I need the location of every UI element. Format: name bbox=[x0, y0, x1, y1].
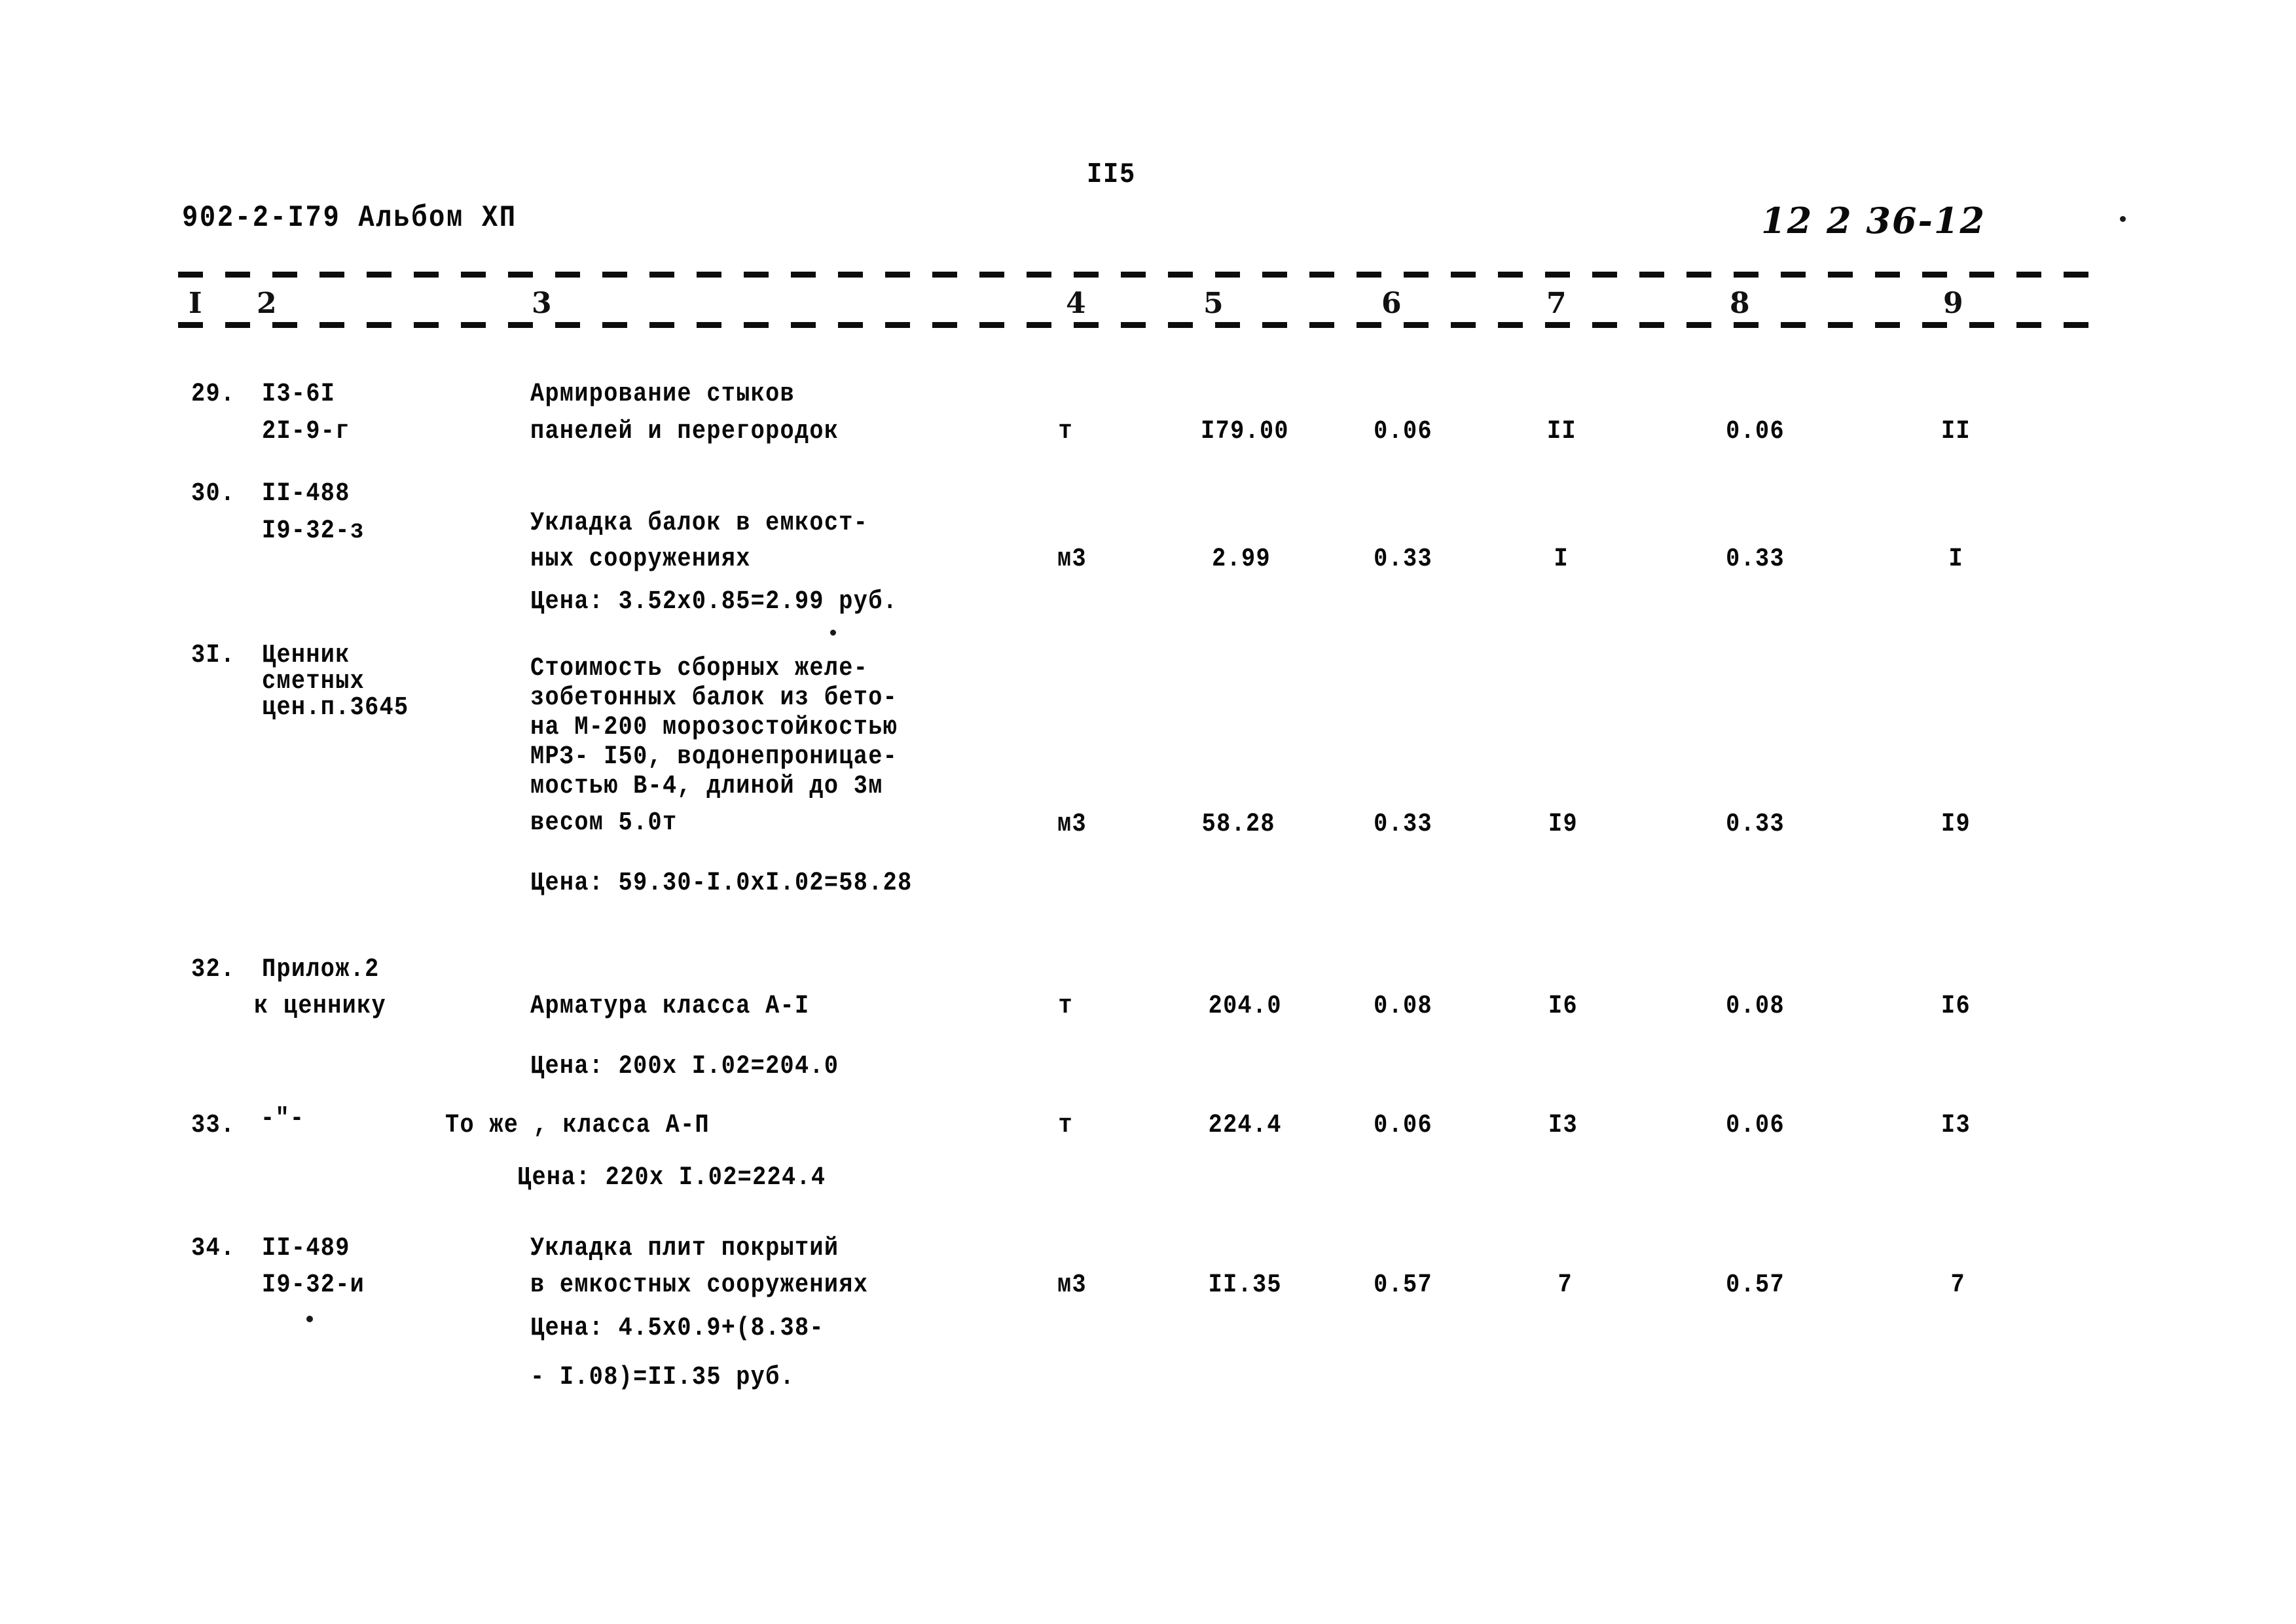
row-code-line: II-488 bbox=[262, 479, 350, 509]
row-value-col7: I bbox=[1554, 545, 1569, 574]
row-code-line: I3-6I bbox=[262, 380, 336, 409]
column-number-3: 3 bbox=[532, 287, 552, 320]
table-top-rule bbox=[178, 272, 2103, 278]
row-unit: м3 bbox=[1057, 1271, 1087, 1300]
row-value-col7: 7 bbox=[1558, 1271, 1573, 1300]
row-description-line: То же , класса А-П bbox=[445, 1111, 710, 1140]
row-value-col8: 0.57 bbox=[1726, 1271, 1785, 1300]
row-description-line: панелей и перегородок bbox=[530, 417, 839, 446]
row-code-line: к ценнику bbox=[254, 992, 387, 1021]
row-value-col8: 0.08 bbox=[1726, 992, 1785, 1021]
row-price-note-continued: - I.08)=II.35 руб. bbox=[530, 1363, 795, 1392]
row-value-col5: 58.28 bbox=[1201, 810, 1275, 839]
column-number-1: I bbox=[189, 287, 202, 320]
row-description-line: на М-200 морозостойкостью bbox=[530, 713, 898, 742]
row-description-line: Армирование стыков bbox=[530, 380, 795, 409]
row-value-col6: 0.33 bbox=[1374, 545, 1432, 574]
row-number: 29. bbox=[191, 380, 236, 409]
row-code-line: сметных bbox=[262, 667, 365, 696]
row-description-line: в емкостных сооружениях bbox=[530, 1271, 869, 1300]
row-description-line: весом 5.0т bbox=[530, 808, 678, 838]
page-number: II5 bbox=[1087, 158, 1136, 191]
row-description-line: Укладка плит покрытий bbox=[530, 1234, 839, 1263]
column-number-4: 4 bbox=[1066, 287, 1086, 320]
row-value-col8: 0.06 bbox=[1726, 1111, 1785, 1140]
row-value-col7: I6 bbox=[1548, 992, 1578, 1021]
row-value-col9: II bbox=[1941, 417, 1971, 446]
row-value-col9: I3 bbox=[1941, 1111, 1971, 1140]
row-price-note: Цена: 200х I.02=204.0 bbox=[530, 1052, 839, 1081]
column-number-6: 6 bbox=[1381, 287, 1402, 320]
row-value-col6: 0.08 bbox=[1374, 992, 1432, 1021]
row-value-col5: 204.0 bbox=[1208, 992, 1282, 1021]
column-number-7: 7 bbox=[1546, 287, 1567, 320]
column-number-9: 9 bbox=[1943, 287, 1963, 320]
column-number-2: 2 bbox=[257, 287, 277, 320]
column-number-5: 5 bbox=[1203, 287, 1224, 320]
row-value-col6: 0.33 bbox=[1374, 810, 1432, 839]
row-value-col7: II bbox=[1547, 417, 1576, 446]
row-value-col9: I bbox=[1948, 545, 1963, 574]
row-value-col6: 0.57 bbox=[1374, 1271, 1432, 1300]
row-value-col6: 0.06 bbox=[1374, 1111, 1432, 1140]
row-number: 30. bbox=[191, 479, 236, 509]
row-code-line: 2I-9-г bbox=[262, 417, 350, 446]
scan-artifact bbox=[2120, 216, 2126, 222]
row-description-line: Арматура класса А-I bbox=[530, 992, 810, 1021]
document-code-header: 902-2-I79 Альбом ХП bbox=[182, 201, 517, 235]
row-value-col8: 0.33 bbox=[1726, 545, 1785, 574]
row-description-line: Укладка балок в емкост- bbox=[530, 509, 869, 538]
row-value-col7: I9 bbox=[1548, 810, 1578, 839]
row-value-col8: 0.06 bbox=[1726, 417, 1785, 446]
row-unit: т bbox=[1058, 1111, 1073, 1140]
row-description-line: ных сооружениях bbox=[530, 545, 751, 574]
row-description-line: МРЗ- I50, водонепроницае- bbox=[530, 742, 898, 772]
row-code-line: Ценник bbox=[262, 641, 350, 670]
row-value-col5: I79.00 bbox=[1201, 417, 1289, 446]
row-unit: т bbox=[1058, 992, 1073, 1021]
column-number-8: 8 bbox=[1730, 287, 1750, 320]
row-value-col8: 0.33 bbox=[1726, 810, 1785, 839]
row-number: 32. bbox=[191, 955, 236, 984]
row-value-col5: 2.99 bbox=[1212, 545, 1271, 574]
row-code-line: Прилож.2 bbox=[262, 955, 380, 984]
row-code-line: I9-32-з bbox=[262, 516, 365, 546]
row-value-col9: 7 bbox=[1950, 1271, 1965, 1300]
row-value-col5: II.35 bbox=[1208, 1271, 1282, 1300]
row-price-note: Цена: 220х I.02=224.4 bbox=[517, 1163, 826, 1193]
scan-artifact bbox=[306, 1316, 313, 1322]
row-code-line: I9-32-и bbox=[262, 1271, 365, 1300]
row-value-col5: 224.4 bbox=[1208, 1111, 1282, 1140]
handwritten-reference-number: 12 2 36-12 bbox=[1761, 200, 1986, 242]
row-number: 3I. bbox=[191, 641, 236, 670]
row-code-line: II-489 bbox=[262, 1234, 350, 1263]
row-unit: м3 bbox=[1057, 810, 1087, 839]
row-code-line: цен.п.3645 bbox=[262, 693, 409, 723]
row-unit: м3 bbox=[1057, 545, 1087, 574]
row-price-note: Цена: 59.30-I.0xI.02=58.28 bbox=[530, 869, 913, 898]
row-value-col7: I3 bbox=[1548, 1111, 1578, 1140]
row-price-note: Цена: 4.5х0.9+(8.38- bbox=[530, 1314, 824, 1343]
row-number: 33. bbox=[191, 1111, 236, 1140]
document-page: II5 902-2-I79 Альбом ХП 12 2 36-12 I 2 3… bbox=[0, 0, 2296, 1624]
row-description-line: зобетонных балок из бето- bbox=[530, 683, 898, 713]
row-price-note: Цена: 3.52х0.85=2.99 руб. bbox=[530, 587, 898, 617]
row-unit: т bbox=[1058, 417, 1073, 446]
row-ditto-mark: -"- bbox=[261, 1104, 305, 1134]
row-value-col6: 0.06 bbox=[1374, 417, 1432, 446]
row-value-col9: I6 bbox=[1941, 992, 1971, 1021]
scan-artifact bbox=[830, 630, 836, 636]
row-description-line: мостью В-4, длиной до 3м bbox=[530, 772, 883, 801]
row-description-line: Стоимость сборных желе- bbox=[530, 654, 869, 683]
row-value-col9: I9 bbox=[1941, 810, 1971, 839]
row-number: 34. bbox=[191, 1234, 236, 1263]
table-header-bottom-rule bbox=[178, 322, 2103, 328]
